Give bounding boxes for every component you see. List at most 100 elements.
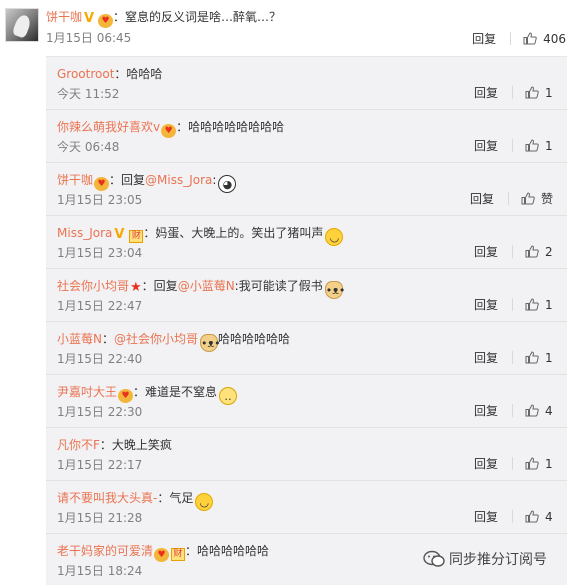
- like-count: 1: [545, 139, 553, 153]
- red-envelope-badge-icon: ♥: [118, 389, 134, 403]
- username[interactable]: 社会你小均哥: [57, 279, 129, 293]
- reply-text: ：哈哈哈哈哈哈哈哈: [176, 120, 285, 134]
- thumbs-up-icon[interactable]: [525, 139, 539, 152]
- cai-badge: 财: [171, 548, 186, 561]
- thumbs-up-icon[interactable]: [525, 404, 539, 417]
- reply-text: :我可能读了假书: [234, 279, 323, 293]
- reply-button[interactable]: 回复: [474, 296, 498, 313]
- thumbs-up-icon[interactable]: [521, 192, 535, 205]
- reply-time: 1月15日 22:17: [57, 458, 143, 472]
- red-envelope-badge-icon: ♥: [161, 124, 177, 138]
- reply-time: 1月15日 18:24: [57, 564, 143, 578]
- thumbs-up-icon[interactable]: [525, 86, 539, 99]
- mention-link[interactable]: @Miss_Jora: [145, 173, 212, 187]
- reply-text: ：哈哈哈: [114, 67, 163, 81]
- reply-text: ：难道是不窒息: [133, 385, 218, 399]
- like-count: 1: [545, 351, 553, 365]
- reply-item: 小蓝莓N：@社会你小均哥 •ᴥ•哈哈哈哈哈哈 1月15日 22:40 回复 1: [46, 322, 567, 375]
- main-comment: 饼干咖 V ♥ ：窒息的反义词是啥…醉氧…？ 1月15日 06:45 回复 406: [0, 0, 567, 52]
- reply-time: 今天 11:52: [57, 87, 120, 101]
- reply-item: 凡你不F：大晚上笑疯 1月15日 22:17 回复 1: [46, 428, 567, 481]
- verified-badge: V: [84, 11, 95, 26]
- reply-item: 请不要叫我大头真-：气足 ◡ 1月15日 21:28 回复 4: [46, 481, 567, 534]
- username[interactable]: 凡你不F: [57, 438, 100, 452]
- username[interactable]: 你辣么萌我好喜欢v: [57, 120, 160, 134]
- sweat-emoji: ‥: [219, 387, 238, 405]
- username[interactable]: 饼干咖: [46, 10, 82, 24]
- reply-button[interactable]: 回复: [470, 190, 494, 207]
- reply-text: ：哈哈哈哈哈哈: [185, 544, 270, 558]
- laughing-emoji: ◡: [195, 493, 214, 511]
- reply-item: Miss_Jora V 财：妈蛋、大晚上的。笑出了猪叫声 ◡ 1月15日 23:04 …: [46, 216, 567, 269]
- laughing-emoji: ◡: [325, 228, 344, 246]
- reply-button[interactable]: 回复: [474, 137, 498, 154]
- reply-text: ：回复: [141, 279, 178, 293]
- reply-button[interactable]: 回复: [474, 84, 498, 101]
- avatar[interactable]: [5, 8, 39, 42]
- red-envelope-badge-icon: ♥: [98, 14, 114, 28]
- thumbs-up-icon[interactable]: [525, 351, 539, 364]
- red-envelope-badge-icon: ♥: [94, 177, 110, 191]
- reply-time: 今天 06:48: [57, 140, 120, 154]
- mention-link[interactable]: @社会你小均哥: [114, 332, 198, 346]
- reply-button[interactable]: 回复: [474, 243, 498, 260]
- thumbs-up-icon[interactable]: [523, 32, 537, 45]
- divider: [510, 32, 512, 45]
- reply-text: ：妈蛋、大晚上的。笑出了猪叫声: [143, 226, 324, 240]
- reply-list: Grootroot：哈哈哈 今天 11:52 回复 1 你辣么萌我好喜欢v ♥ ：哈哈…: [46, 56, 567, 585]
- thumbs-up-icon[interactable]: [525, 510, 539, 523]
- watermark-text: 同步推分订阅号: [449, 552, 547, 568]
- reply-text: ：回复: [109, 173, 146, 187]
- cai-badge: 财: [129, 230, 144, 243]
- username[interactable]: Miss_Jora: [57, 226, 112, 240]
- watermark: 同步推分订阅号: [423, 549, 547, 569]
- username[interactable]: 老干妈家的可爱清: [57, 544, 153, 558]
- reply-time: 1月15日 21:28: [57, 511, 143, 525]
- wechat-icon: [423, 550, 445, 568]
- like-count: 4: [545, 404, 553, 418]
- like-label: 赞: [540, 192, 553, 206]
- reply-item: Grootroot：哈哈哈 今天 11:52 回复 1: [46, 57, 567, 110]
- reply-item: 饼干咖 ♥ ：回复@Miss_Jora: ◕ 1月15日 23:05 回复 赞: [46, 163, 567, 216]
- reply-text: ：大晚上笑疯: [99, 438, 172, 452]
- reply-item: 尹嘉吋大王 ♥ ：难道是不窒息 ‥ 1月15日 22:30 回复 4: [46, 375, 567, 428]
- reply-text: 哈哈哈哈哈哈: [218, 332, 291, 346]
- like-count: 1: [545, 457, 553, 471]
- red-envelope-badge-icon: ♥: [154, 548, 170, 562]
- verified-badge: V: [114, 227, 125, 242]
- like-count: 2: [545, 245, 553, 259]
- reply-button[interactable]: 回复: [474, 508, 498, 525]
- reply-time: 1月15日 22:30: [57, 405, 143, 419]
- thumbs-up-icon[interactable]: [525, 298, 539, 311]
- thumbs-up-icon[interactable]: [525, 457, 539, 470]
- username[interactable]: 尹嘉吋大王: [57, 385, 117, 399]
- reply-time: 1月15日 22:40: [57, 352, 143, 366]
- like-count: 4: [545, 510, 553, 524]
- reply-text: ：: [101, 332, 114, 346]
- username[interactable]: 饼干咖: [57, 173, 93, 187]
- username[interactable]: 小蓝莓N: [57, 332, 102, 346]
- comment-text: ：窒息的反义词是啥…醉氧…？: [113, 10, 282, 24]
- main-comment-line: 饼干咖 V ♥ ：窒息的反义词是啥…醉氧…？: [46, 9, 281, 28]
- comment-actions: 回复 406: [472, 30, 566, 47]
- thumbs-up-icon[interactable]: [525, 245, 539, 258]
- like-count: 406: [543, 32, 566, 46]
- reply-time: 1月15日 23:04: [57, 246, 143, 260]
- username[interactable]: 请不要叫我大头真-: [57, 491, 157, 505]
- like-count: 1: [545, 86, 553, 100]
- doge-emoji: •ᴥ•: [324, 281, 345, 299]
- comment-time: 1月15日 06:45: [46, 31, 132, 45]
- reply-text: ：气足: [157, 491, 194, 505]
- reply-button[interactable]: 回复: [472, 30, 496, 47]
- username[interactable]: Grootroot: [57, 67, 114, 81]
- mention-link[interactable]: @小蓝莓N: [178, 279, 235, 293]
- like-count: 1: [545, 298, 553, 312]
- panda-emoji: ◕: [218, 175, 237, 193]
- star-badge-icon: ★: [130, 280, 142, 295]
- reply-time: 1月15日 22:47: [57, 299, 143, 313]
- reply-text: :: [212, 173, 217, 187]
- reply-button[interactable]: 回复: [474, 349, 498, 366]
- reply-button[interactable]: 回复: [474, 455, 498, 472]
- reply-button[interactable]: 回复: [474, 402, 498, 419]
- reply-time: 1月15日 23:05: [57, 193, 143, 207]
